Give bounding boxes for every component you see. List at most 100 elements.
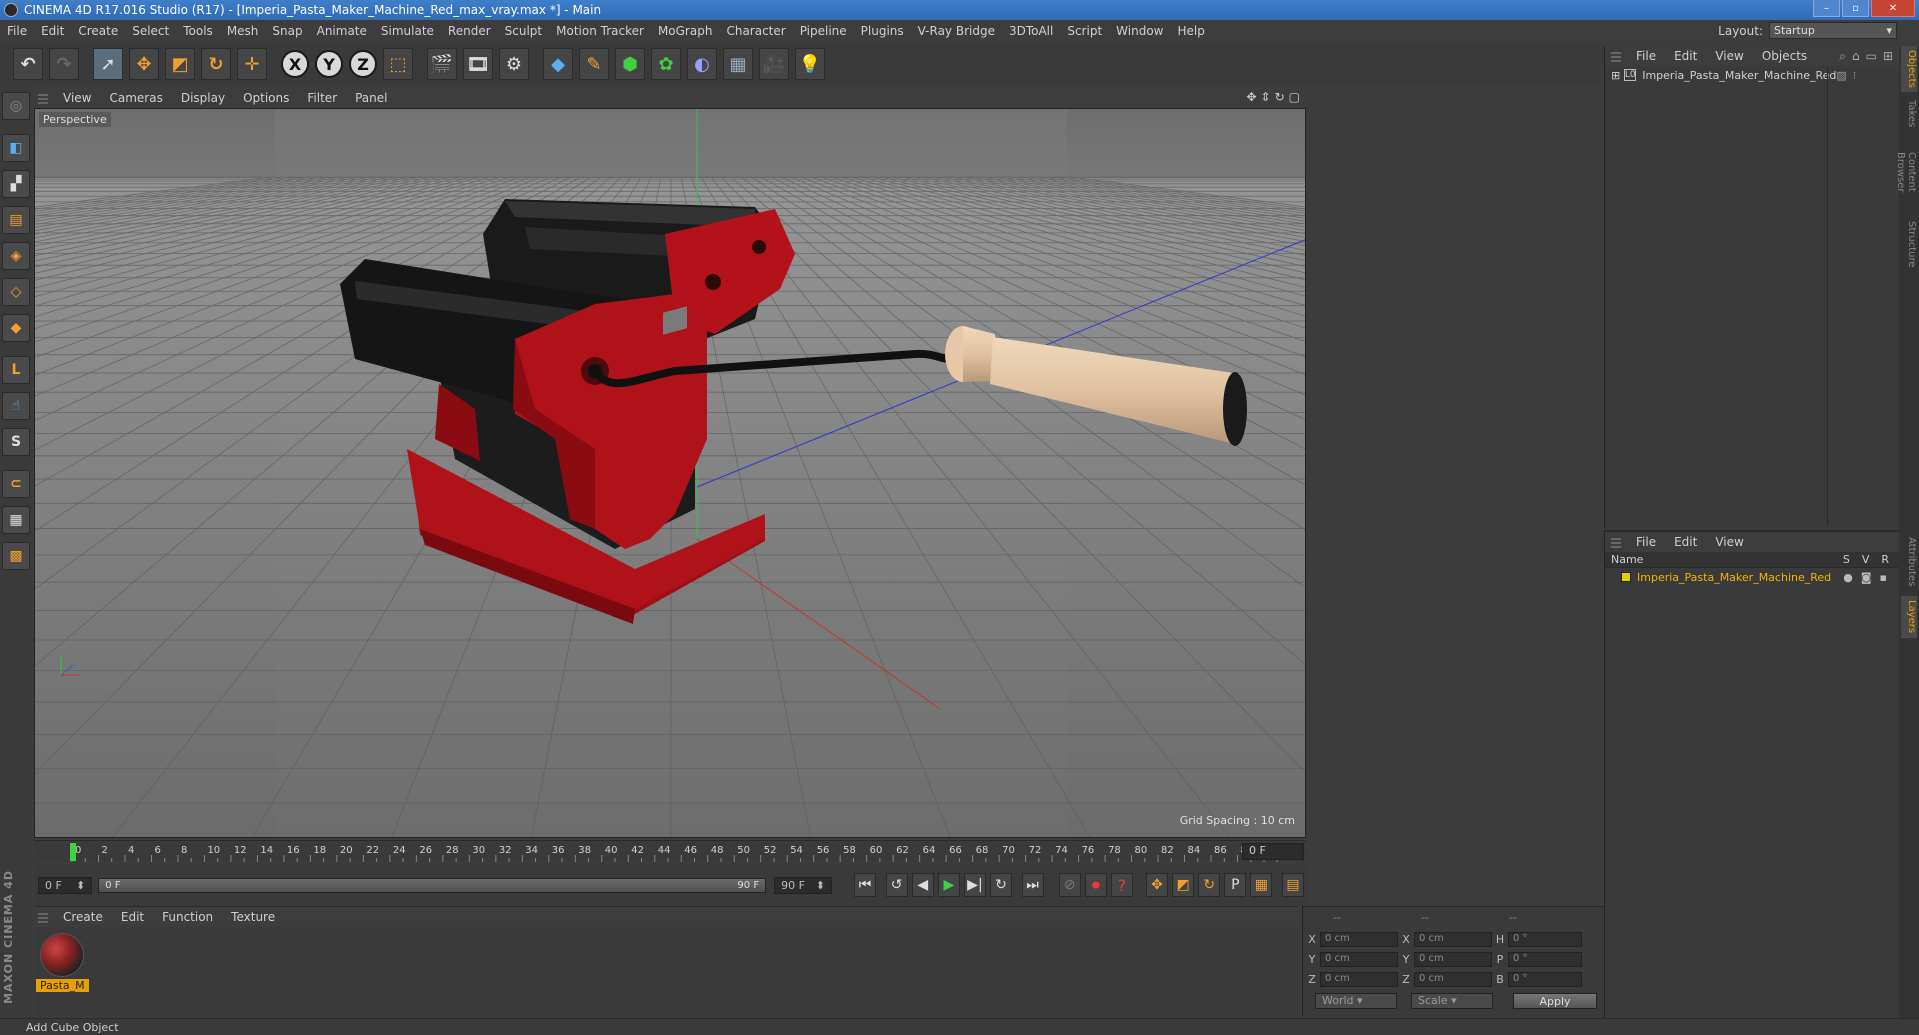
material-menu-create[interactable]: Create	[54, 910, 112, 924]
coordinate-system-icon[interactable]: ⬚	[383, 48, 413, 80]
object-menu-file[interactable]: File	[1627, 49, 1665, 63]
timeline-ruler[interactable]: 0 2 4 6 8 10 12 14 16 18 20 22 24 26 28 30 32 34 36 38 40 42 4…	[34, 840, 1306, 862]
layer-row[interactable]: Imperia_Pasta_Maker_Machine_Red ● ◙ ▪	[1605, 568, 1899, 586]
menu-script[interactable]: Script	[1060, 24, 1109, 38]
viewport-camera-label[interactable]: Perspective	[39, 112, 111, 127]
texture-mode-icon[interactable]: ▞	[2, 170, 30, 198]
points-mode-icon[interactable]: ◈	[2, 242, 30, 270]
cube-object-icon[interactable]: ◆	[543, 48, 573, 80]
timeline-icon[interactable]: ▤	[1281, 873, 1305, 897]
camera-icon[interactable]: 🎥	[759, 48, 789, 80]
transform-tool-icon[interactable]: ✛	[237, 48, 267, 80]
visible-eye-icon[interactable]: ◙	[1861, 571, 1872, 584]
object-menu-view[interactable]: View	[1706, 49, 1752, 63]
x-axis-lock-button[interactable]: X	[281, 50, 309, 78]
rotation-b-field[interactable]: 0 °	[1508, 971, 1582, 987]
axis-mode-icon[interactable]: L	[2, 356, 30, 384]
maximize-view-icon[interactable]: ▢	[1289, 90, 1300, 104]
object-row[interactable]: ⊞ L0 Imperia_Pasta_Maker_Machine_Red ▨ ⁝	[1605, 66, 1899, 84]
key-scale-icon[interactable]: ◩	[1172, 873, 1195, 897]
mograph-cloner-icon[interactable]: ✿	[651, 48, 681, 80]
orbit-icon[interactable]: ↻	[1275, 90, 1285, 104]
key-parameter-icon[interactable]: P	[1224, 873, 1247, 897]
viewport-menu-display[interactable]: Display	[172, 91, 234, 105]
coordinate-type-dropdown[interactable]: Scale ▾	[1411, 993, 1493, 1009]
zoom-icon[interactable]: ⇕	[1261, 90, 1271, 104]
size-y-field[interactable]: 0 cm	[1414, 951, 1492, 967]
light-icon[interactable]: 💡	[795, 48, 825, 80]
home-icon[interactable]: ⌂	[1852, 49, 1860, 64]
menu-window[interactable]: Window	[1109, 24, 1170, 38]
record-active-objects-icon[interactable]: ⏺	[1084, 873, 1107, 897]
snap-icon[interactable]: S	[2, 428, 30, 456]
render-icon[interactable]: ▪	[1880, 571, 1887, 584]
position-z-field[interactable]: 0 cm	[1320, 971, 1398, 987]
render-view-icon[interactable]: 🎬	[427, 48, 457, 80]
perspective-viewport[interactable]: Perspective Grid Spacing : 10 cm	[34, 108, 1306, 838]
go-to-end-icon[interactable]: ⏭	[1021, 873, 1044, 897]
layer-name[interactable]: Imperia_Pasta_Maker_Machine_Red	[1637, 571, 1831, 584]
search-icon[interactable]: ⌕	[1839, 49, 1846, 64]
viewport-menu-options[interactable]: Options	[234, 91, 298, 105]
menu-edit[interactable]: Edit	[34, 24, 71, 38]
tab-objects[interactable]: Objects	[1901, 46, 1917, 92]
menu-animate[interactable]: Animate	[310, 24, 374, 38]
tab-structure[interactable]: Structure	[1901, 216, 1917, 272]
menu-vray-bridge[interactable]: V-Ray Bridge	[911, 24, 1002, 38]
frame-range-slider[interactable]: 0 F 90 F	[98, 877, 767, 893]
size-x-field[interactable]: 0 cm	[1414, 931, 1492, 947]
tab-takes[interactable]: Takes	[1901, 96, 1917, 128]
menu-create[interactable]: Create	[71, 24, 125, 38]
key-position-icon[interactable]: ✥	[1146, 873, 1169, 897]
menu-help[interactable]: Help	[1170, 24, 1211, 38]
go-to-start-icon[interactable]: ⏮	[854, 873, 877, 897]
solo-dot-icon[interactable]: ●	[1843, 571, 1853, 584]
menu-snap[interactable]: Snap	[265, 24, 309, 38]
tweak-mode-icon[interactable]: ☝	[2, 392, 30, 420]
menu-character[interactable]: Character	[719, 24, 792, 38]
rotate-tool-icon[interactable]: ↻	[201, 48, 231, 80]
position-x-field[interactable]: 0 cm	[1320, 931, 1398, 947]
minimize-button[interactable]: –	[1813, 0, 1840, 17]
next-key-icon[interactable]: ↻	[989, 873, 1013, 897]
menu-mesh[interactable]: Mesh	[220, 24, 266, 38]
current-frame-field[interactable]: 0 F	[1242, 843, 1304, 860]
undo-icon[interactable]: ↶	[13, 48, 43, 80]
layer-menu-edit[interactable]: Edit	[1665, 535, 1706, 549]
z-axis-lock-button[interactable]: Z	[349, 50, 377, 78]
material-name[interactable]: Pasta_M	[36, 979, 89, 992]
object-menu-objects[interactable]: Objects	[1753, 49, 1816, 63]
pan-icon[interactable]: ✥	[1246, 90, 1256, 104]
close-button[interactable]: ✕	[1871, 0, 1915, 17]
filter-icon[interactable]: ▭	[1866, 49, 1877, 64]
model-mode-icon[interactable]: ◧	[2, 134, 30, 162]
subdivision-icon[interactable]: ⬢	[615, 48, 645, 80]
material-menu-texture[interactable]: Texture	[222, 910, 284, 924]
layer-color-swatch[interactable]	[1621, 572, 1631, 582]
size-z-field[interactable]: 0 cm	[1414, 971, 1492, 987]
render-picture-viewer-icon[interactable]: 🎞	[463, 48, 493, 80]
menu-file[interactable]: File	[0, 24, 34, 38]
next-frame-icon[interactable]: ▶|	[963, 873, 986, 897]
previous-key-icon[interactable]: ↺	[885, 873, 908, 897]
viewport-menu-view[interactable]: View	[54, 91, 100, 105]
play-icon[interactable]: ▶	[937, 873, 960, 897]
tab-content-browser[interactable]: Content Browser	[1895, 132, 1917, 212]
polygons-mode-icon[interactable]: ◆	[2, 314, 30, 342]
rotation-p-field[interactable]: 0 °	[1508, 951, 1582, 967]
end-frame-field[interactable]: 90 F ⬍	[774, 876, 832, 894]
layer-menu-file[interactable]: File	[1627, 535, 1665, 549]
layer-menu-view[interactable]: View	[1706, 535, 1752, 549]
viewport-menu-panel[interactable]: Panel	[346, 91, 396, 105]
menu-3dtoall[interactable]: 3DToAll	[1002, 24, 1060, 38]
deformer-icon[interactable]: ◐	[687, 48, 717, 80]
object-menu-edit[interactable]: Edit	[1665, 49, 1706, 63]
new-window-icon[interactable]: ⊞	[1883, 49, 1893, 64]
key-pla-icon[interactable]: ▦	[1250, 873, 1273, 897]
viewport-menu-filter[interactable]: Filter	[298, 91, 346, 105]
move-tool-icon[interactable]: ✥	[129, 48, 159, 80]
material-swatch[interactable]	[40, 933, 84, 977]
lock-workplane-icon[interactable]: ▦	[2, 506, 30, 534]
workplane-icon[interactable]: ▤	[2, 206, 30, 234]
menu-sculpt[interactable]: Sculpt	[498, 24, 549, 38]
